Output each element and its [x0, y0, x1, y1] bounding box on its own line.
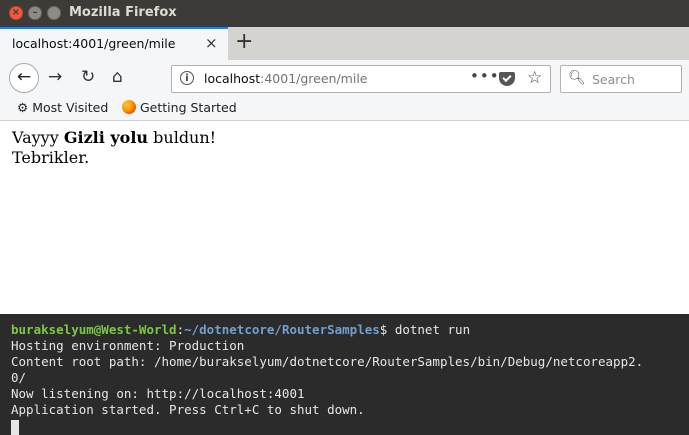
search-box[interactable]: 🔍︎ Search [560, 65, 682, 93]
forward-button[interactable]: → [48, 67, 62, 87]
bookmark-star-icon[interactable]: ☆ [527, 68, 542, 88]
info-icon[interactable]: i [180, 71, 194, 85]
firefox-icon [122, 100, 136, 114]
close-icon: × [11, 7, 21, 18]
new-tab-button[interactable]: + [235, 29, 253, 54]
title-bar: × – Mozilla Firefox [0, 0, 689, 27]
pocket-icon[interactable] [499, 72, 515, 86]
terminal-line: 0/ [11, 370, 27, 385]
tab-active[interactable]: localhost:4001/green/mile × [0, 27, 228, 60]
url-bar[interactable]: i localhost:4001/green/mile ••• ☆ [171, 65, 551, 93]
window-close-button[interactable]: × [9, 6, 23, 20]
terminal-cursor [11, 420, 19, 435]
search-placeholder: Search [592, 72, 635, 87]
prompt-path: ~/dotnetcore/RouterSamples [184, 322, 380, 337]
terminal[interactable]: burakselyum@West-World:~/dotnetcore/Rout… [0, 314, 689, 435]
terminal-prompt: burakselyum@West-World:~/dotnetcore/Rout… [11, 322, 471, 337]
bookmark-getting-started[interactable]: Getting Started [122, 100, 237, 115]
minimize-icon: – [32, 7, 38, 18]
home-button[interactable]: ⌂ [112, 67, 123, 87]
terminal-line: Content root path: /home/burakselyum/dot… [11, 354, 644, 369]
bookmark-label: Getting Started [140, 100, 237, 115]
window-title: Mozilla Firefox [69, 5, 177, 20]
bookmark-label: Most Visited [32, 100, 109, 115]
window-maximize-button[interactable] [47, 6, 61, 20]
prompt-user: burakselyum@West-World [11, 322, 177, 337]
navigation-toolbar: ← → ↻ ⌂ i localhost:4001/green/mile ••• … [0, 60, 689, 97]
terminal-line: Hosting environment: Production [11, 338, 245, 353]
reload-button[interactable]: ↻ [81, 67, 95, 87]
prompt-command: $ dotnet run [379, 322, 471, 337]
tab-title: localhost:4001/green/mile [12, 36, 176, 51]
back-button[interactable]: ← [9, 63, 39, 93]
firefox-window: × – Mozilla Firefox localhost:4001/green… [0, 0, 689, 314]
window-minimize-button[interactable]: – [28, 6, 42, 20]
page-content: Vayyy Gizli yolu buldun! Tebrikler. [4, 121, 689, 314]
tab-close-icon[interactable]: × [205, 34, 218, 52]
url-text[interactable]: localhost:4001/green/mile [204, 71, 368, 86]
message-suffix: buldun! [148, 128, 217, 147]
url-path: :4001/green/mile [260, 71, 368, 86]
message-bold: Gizli yolu [63, 128, 149, 147]
message-prefix: Vayyy [12, 128, 64, 147]
search-icon: 🔍︎ [568, 70, 586, 86]
message-line: Vayyy Gizli yolu buldun! [12, 128, 216, 147]
bookmark-most-visited[interactable]: ⚙ Most Visited [17, 100, 108, 115]
url-host: localhost [204, 71, 261, 86]
bookmarks-toolbar: ⚙ Most Visited Getting Started [0, 97, 689, 121]
gear-icon: ⚙ [17, 100, 29, 115]
tab-strip: localhost:4001/green/mile × + [0, 27, 689, 60]
terminal-line: Now listening on: http://localhost:4001 [11, 386, 305, 401]
page-actions-icon[interactable]: ••• [470, 67, 500, 85]
congrats-line: Tebrikler. [12, 148, 90, 167]
terminal-line: Application started. Press Ctrl+C to shu… [11, 402, 365, 417]
